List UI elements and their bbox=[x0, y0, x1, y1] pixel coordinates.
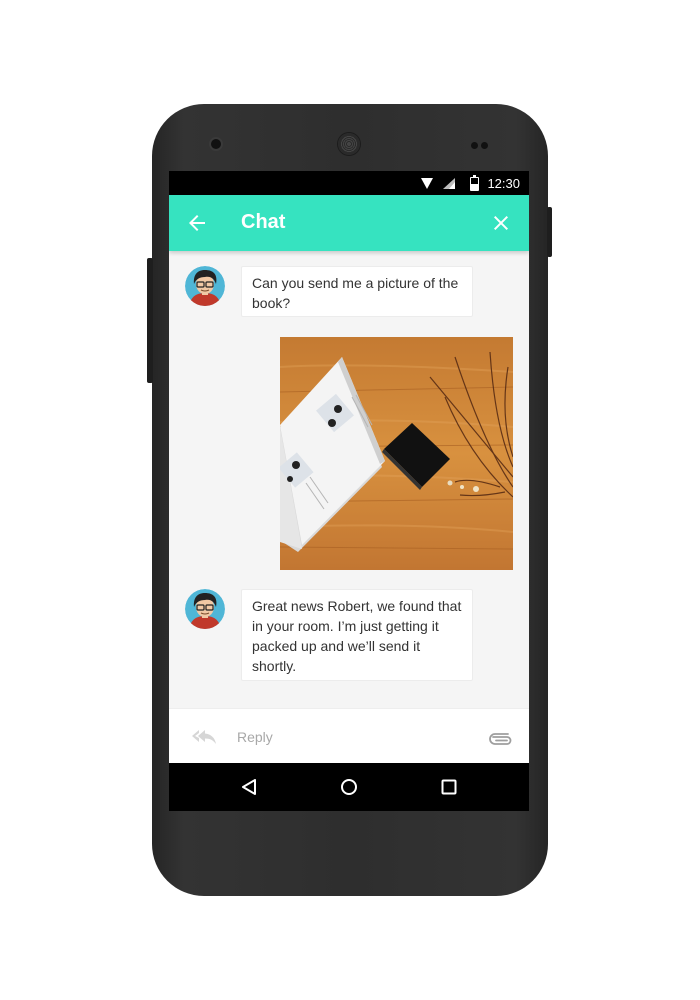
front-camera bbox=[211, 139, 221, 149]
page-title: Chat bbox=[241, 211, 286, 233]
book-photo bbox=[280, 337, 513, 570]
nav-back-icon[interactable] bbox=[241, 779, 257, 795]
avatar[interactable] bbox=[185, 589, 225, 629]
status-time: 12:30 bbox=[487, 176, 520, 191]
message-text: Great news Robert, we found that in your… bbox=[252, 598, 462, 674]
power-button bbox=[547, 207, 552, 257]
nav-recents-icon[interactable] bbox=[441, 779, 457, 795]
app-bar: Chat bbox=[169, 195, 529, 251]
arrow-left-icon[interactable] bbox=[185, 211, 209, 235]
message-bubble: Great news Robert, we found that in your… bbox=[241, 589, 473, 681]
phone-screen: 12:30 Chat Can you send me a picture of … bbox=[169, 171, 529, 811]
avatar[interactable] bbox=[185, 266, 225, 306]
proximity-sensor bbox=[471, 142, 478, 149]
paperclip-icon[interactable] bbox=[489, 727, 513, 747]
message-text: Can you send me a picture of the book? bbox=[252, 275, 459, 311]
navigation-bar bbox=[169, 763, 529, 811]
reply-input[interactable]: Reply bbox=[237, 729, 273, 745]
battery-icon bbox=[470, 175, 479, 191]
reply-all-icon[interactable] bbox=[191, 725, 217, 747]
earpiece-speaker bbox=[338, 133, 360, 155]
message-bubble: Can you send me a picture of the book? bbox=[241, 266, 473, 317]
light-sensor bbox=[481, 142, 488, 149]
photo-message[interactable] bbox=[280, 337, 513, 570]
reply-bar: Reply bbox=[169, 708, 529, 764]
status-bar: 12:30 bbox=[169, 171, 529, 195]
volume-button bbox=[147, 258, 153, 383]
wifi-icon bbox=[421, 178, 433, 189]
signal-level bbox=[449, 182, 455, 189]
nav-home-icon[interactable] bbox=[340, 778, 358, 796]
close-icon[interactable] bbox=[489, 211, 513, 235]
